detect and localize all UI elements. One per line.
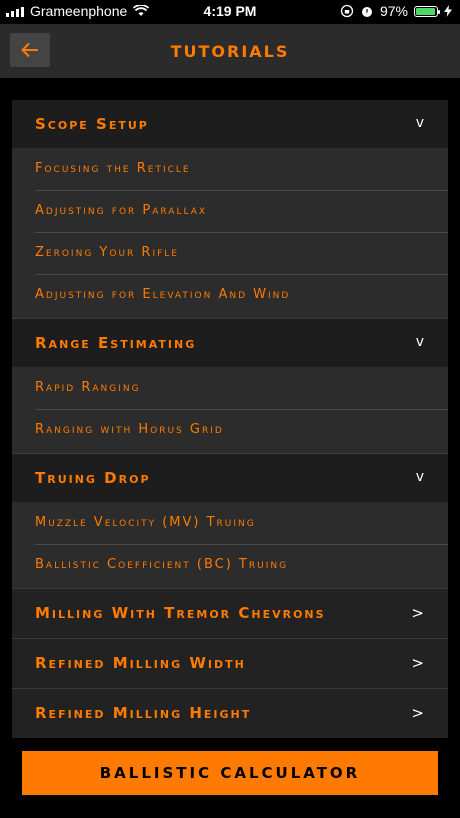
list-item[interactable]: Zeroing Your Rifle	[12, 233, 448, 275]
charging-icon	[444, 5, 452, 17]
status-bar: Grameenphone 4:19 PM 97%	[0, 0, 460, 24]
chevron-down-icon: v	[415, 334, 424, 350]
tutorial-list: Scope Setup v Focusing the Reticle Adjus…	[12, 100, 448, 738]
rotation-lock-icon	[340, 4, 354, 18]
list-item[interactable]: Muzzle Velocity (MV) Truing	[12, 503, 448, 545]
row-milling-tremor-chevrons[interactable]: Milling With Tremor Chevrons >	[12, 589, 448, 638]
row-refined-milling-width[interactable]: Refined Milling Width >	[12, 638, 448, 688]
list-item[interactable]: Ballistic Coefficient (BC) Truing	[12, 545, 448, 589]
chevron-down-icon: v	[415, 115, 424, 131]
section-scope-setup[interactable]: Scope Setup v	[12, 100, 448, 149]
section-truing-drop[interactable]: Truing Drop v	[12, 454, 448, 503]
battery-percent: 97%	[379, 3, 408, 19]
page-title: TUTORIALS	[170, 42, 290, 61]
section-title: Range Estimating	[35, 334, 197, 352]
chevron-down-icon: v	[415, 469, 424, 485]
battery-icon	[414, 5, 440, 17]
chevron-right-icon: >	[411, 704, 424, 722]
list-item[interactable]: Adjusting for Elevation And Wind	[12, 275, 448, 319]
section-title: Truing Drop	[35, 469, 151, 487]
ballistic-calculator-button[interactable]: BALLISTIC CALCULATOR	[22, 751, 438, 795]
list-item[interactable]: Rapid Ranging	[12, 368, 448, 410]
list-item[interactable]: Focusing the Reticle	[12, 149, 448, 191]
chevron-right-icon: >	[411, 604, 424, 622]
list-item[interactable]: Ranging with Horus Grid	[12, 410, 448, 454]
list-item[interactable]: Adjusting for Parallax	[12, 191, 448, 233]
section-title: Scope Setup	[35, 115, 149, 133]
chevron-right-icon: >	[411, 654, 424, 672]
section-range-estimating[interactable]: Range Estimating v	[12, 319, 448, 368]
row-refined-milling-height[interactable]: Refined Milling Height >	[12, 688, 448, 738]
nav-header: TUTORIALS	[0, 24, 460, 78]
alarm-icon	[361, 7, 372, 17]
